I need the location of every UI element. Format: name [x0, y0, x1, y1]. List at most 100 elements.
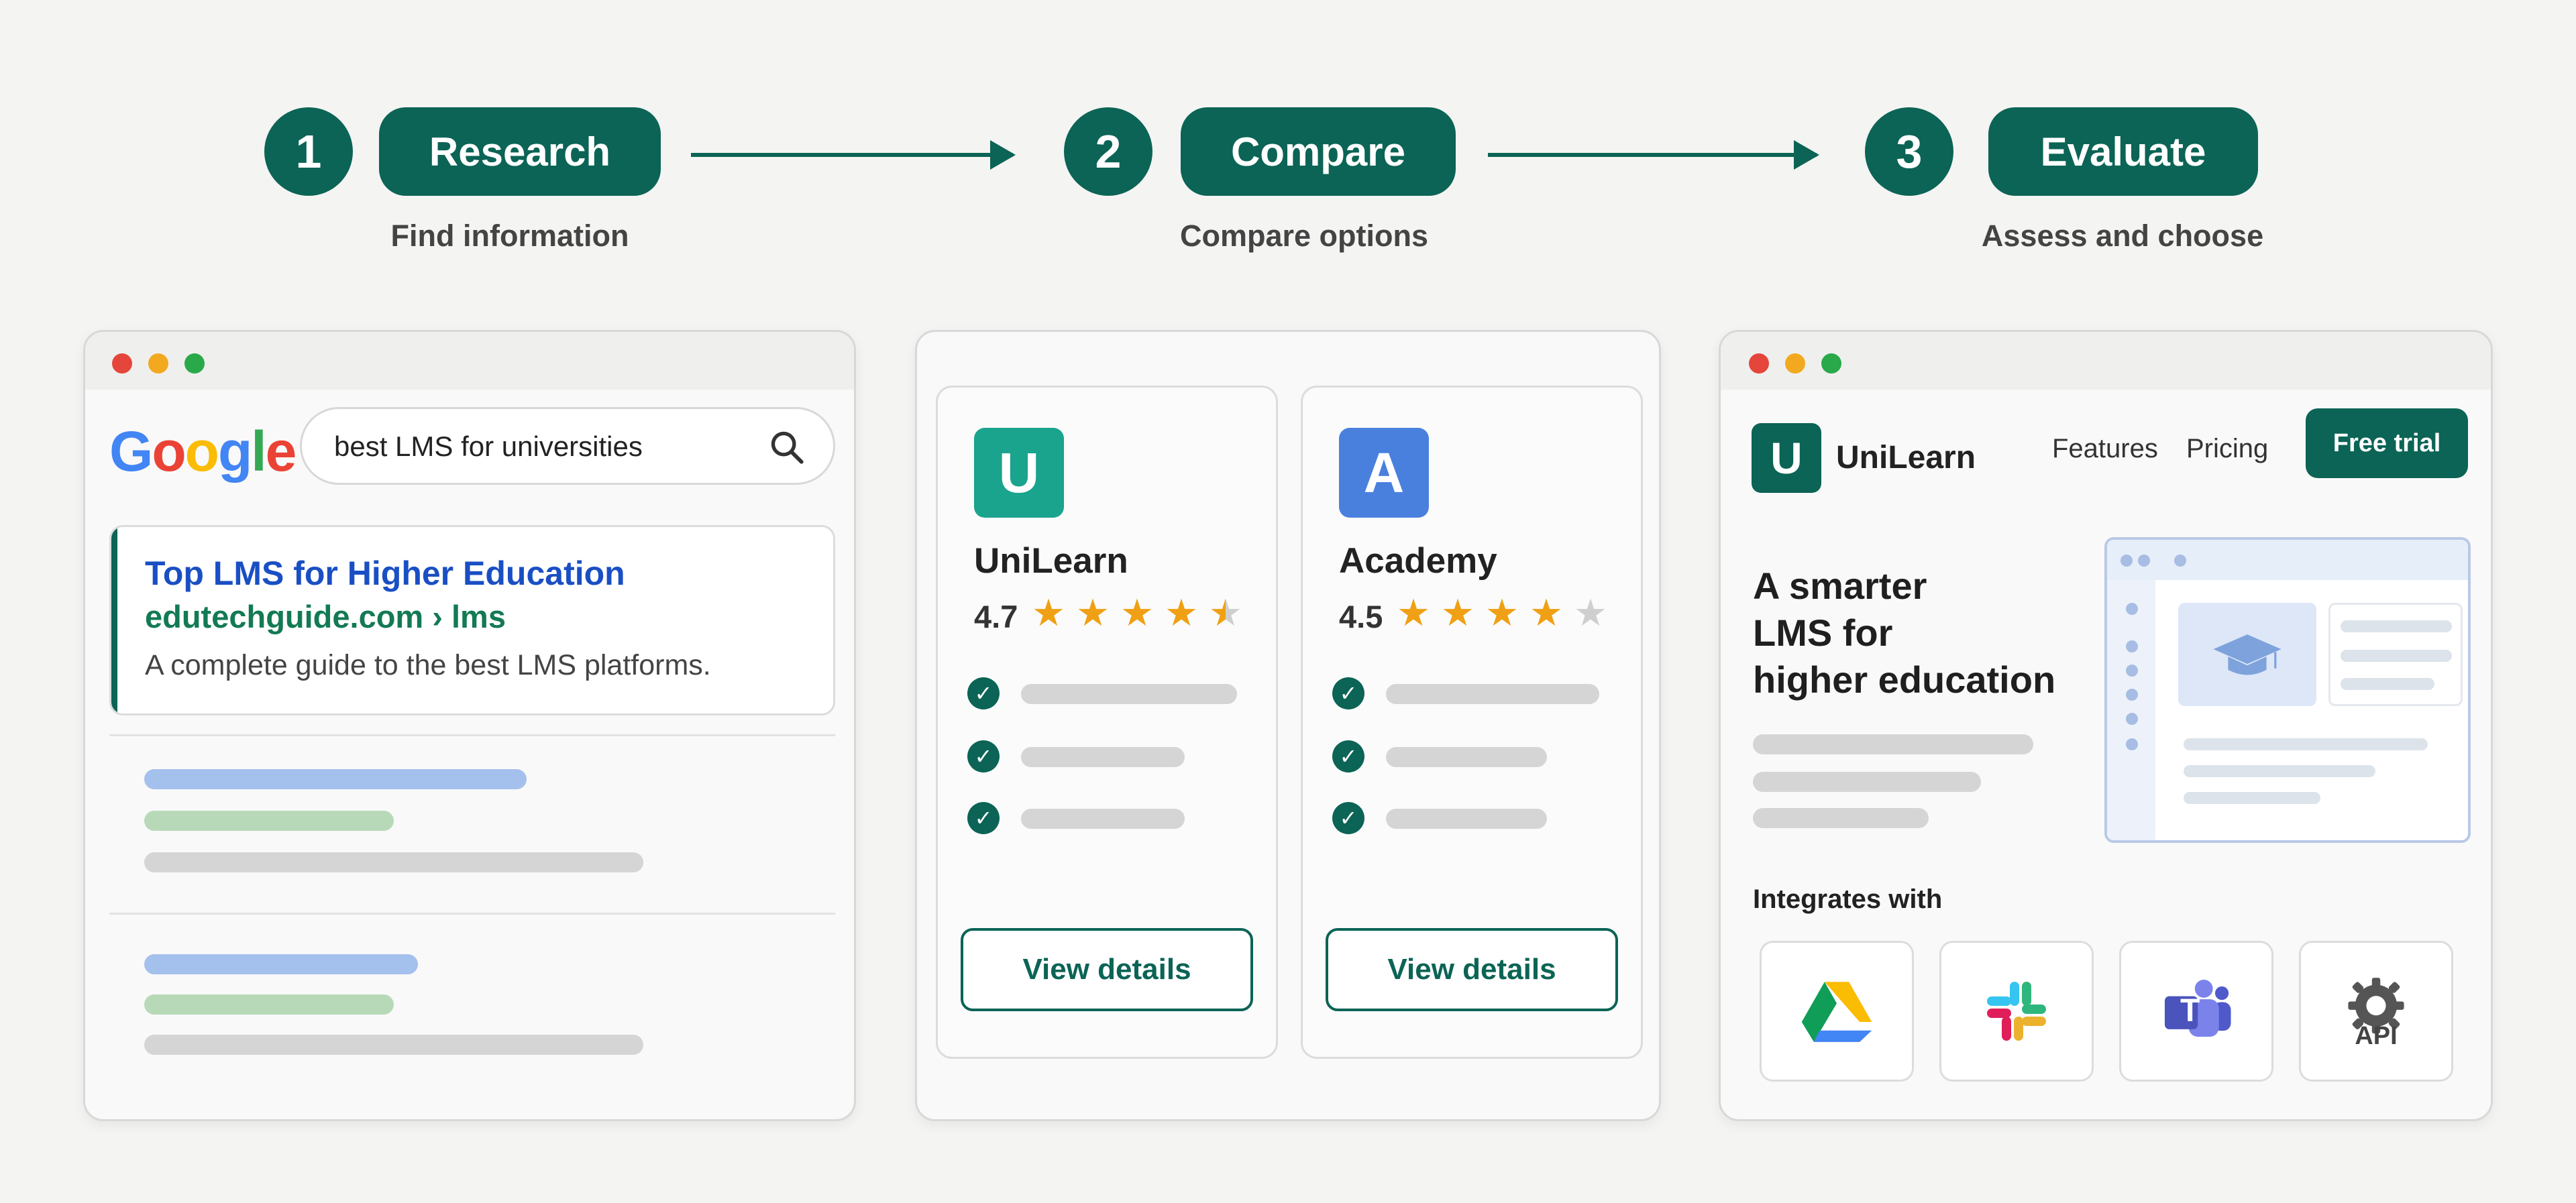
- result-url: edutechguide.com › lms: [145, 599, 506, 634]
- logo-letter: g: [217, 420, 252, 483]
- check-icon: ✓: [967, 677, 1000, 709]
- option-rating: 4.7: [974, 599, 1018, 634]
- maximize-window-icon[interactable]: [1821, 353, 1841, 374]
- step-number: 2: [1064, 107, 1152, 196]
- graduation-cap-icon: [2213, 634, 2282, 675]
- integrations-heading: Integrates with: [1753, 884, 1943, 914]
- integration-tile[interactable]: API: [2299, 941, 2453, 1082]
- option-rating: 4.5: [1339, 599, 1383, 634]
- arrow-right-icon: [1488, 140, 1819, 170]
- check-icon: ✓: [1332, 677, 1364, 709]
- mock-dot: [2121, 555, 2133, 567]
- integration-tile[interactable]: [1939, 941, 2094, 1082]
- unilearn-logo[interactable]: U: [1752, 423, 1821, 493]
- nav-pricing-link[interactable]: Pricing: [2186, 434, 2268, 464]
- window-titlebar: [1721, 332, 2491, 390]
- mock-dot: [2126, 603, 2138, 615]
- hero-headline: higher education: [1753, 658, 2056, 701]
- step-caption: Find information: [390, 219, 629, 253]
- check-icon: ✓: [1332, 802, 1364, 834]
- logo-letter: o: [184, 420, 219, 483]
- view-details-button[interactable]: View details: [1326, 928, 1618, 1011]
- step-caption: Assess and choose: [1981, 219, 2264, 253]
- star-icon: ★: [1529, 591, 1564, 634]
- mock-dot: [2126, 738, 2138, 750]
- step-number: 3: [1865, 107, 1953, 196]
- view-details-button[interactable]: View details: [961, 928, 1253, 1011]
- minimize-window-icon[interactable]: [1785, 353, 1805, 374]
- feature-bar: [1386, 684, 1599, 704]
- feature-bar: [1386, 747, 1547, 767]
- hero-headline: LMS for: [1753, 612, 1893, 654]
- course-thumbnail: [2178, 603, 2316, 706]
- mock-dot: [2126, 665, 2138, 677]
- slack-icon: [1987, 982, 2046, 1041]
- result-title-link[interactable]: Top LMS for Higher Education: [145, 554, 625, 593]
- step-caption: Compare options: [1179, 219, 1429, 253]
- logo-letter: e: [265, 420, 297, 483]
- api-label: API: [2355, 1022, 2398, 1050]
- option-card: U UniLearn 4.7 ★ ★ ★ ★ ★ ✓ ✓ ✓ View deta…: [936, 386, 1278, 1059]
- logo-letter: l: [251, 420, 266, 483]
- search-result[interactable]: Top LMS for Higher Education edutechguid…: [109, 525, 835, 715]
- star-icon: ★: [1396, 591, 1431, 634]
- compare-panel: U UniLearn 4.7 ★ ★ ★ ★ ★ ✓ ✓ ✓ View deta…: [915, 330, 1661, 1121]
- star-icon: ★: [1075, 591, 1110, 634]
- arrow-right-icon: [691, 140, 1016, 170]
- integration-tile[interactable]: [1760, 941, 1914, 1082]
- logo-letter: G: [109, 420, 153, 483]
- empty-star-icon: ★: [1573, 591, 1608, 634]
- mock-line: [2184, 792, 2320, 804]
- feature-bar: [1021, 747, 1185, 767]
- step-number: 1: [264, 107, 353, 196]
- mock-dot: [2126, 689, 2138, 701]
- star-icon: ★: [1440, 591, 1475, 634]
- mock-line: [2341, 620, 2452, 632]
- free-trial-button[interactable]: Free trial: [2306, 408, 2468, 478]
- mock-line: [2184, 738, 2428, 750]
- close-window-icon[interactable]: [1749, 353, 1769, 374]
- mock-topbar: [2107, 540, 2468, 580]
- star-rating: ★ ★ ★ ★ ★: [1029, 593, 1245, 633]
- option-name: Academy: [1339, 541, 1497, 581]
- placeholder-title-bar: [144, 769, 527, 789]
- star-rating: ★ ★ ★ ★ ★: [1394, 593, 1610, 633]
- nav-features-link[interactable]: Features: [2052, 434, 2158, 464]
- mock-dot: [2126, 640, 2138, 652]
- step-evaluate-label: Evaluate: [1988, 107, 2258, 196]
- placeholder-url-bar: [144, 994, 394, 1015]
- half-star-icon: ★: [1206, 593, 1245, 633]
- window-titlebar: [85, 332, 854, 390]
- research-panel: Google best LMS for universities Top LMS…: [83, 330, 856, 1121]
- integration-tile[interactable]: T: [2119, 941, 2273, 1082]
- search-icon[interactable]: [767, 428, 806, 467]
- minimize-window-icon[interactable]: [148, 353, 168, 374]
- logo-letter: o: [152, 420, 186, 483]
- placeholder-title-bar: [144, 954, 418, 974]
- placeholder-text-bar: [144, 852, 643, 872]
- brand-name[interactable]: UniLearn: [1836, 439, 1976, 476]
- divider: [109, 913, 835, 915]
- option-name: UniLearn: [974, 541, 1128, 581]
- product-screenshot: [2104, 537, 2471, 843]
- feature-bar: [1386, 809, 1547, 829]
- placeholder-text-bar: [1753, 734, 2033, 754]
- google-logo: Google: [109, 419, 297, 484]
- app-tile: A: [1339, 428, 1429, 518]
- search-query: best LMS for universities: [334, 431, 643, 462]
- search-input[interactable]: best LMS for universities: [300, 407, 835, 485]
- check-icon: ✓: [967, 740, 1000, 772]
- maximize-window-icon[interactable]: [184, 353, 205, 374]
- hero-headline: A smarter: [1753, 565, 1927, 607]
- mock-line: [2341, 678, 2434, 690]
- mock-sidebar: [2107, 580, 2155, 840]
- step-research-label: Research: [379, 107, 661, 196]
- option-card: A Academy 4.5 ★ ★ ★ ★ ★ ✓ ✓ ✓ View detai…: [1301, 386, 1643, 1059]
- placeholder-text-bar: [1753, 808, 1929, 828]
- placeholder-text-bar: [144, 1035, 643, 1055]
- star-icon: ★: [1485, 591, 1519, 634]
- google-drive-icon: [1801, 982, 1872, 1042]
- mock-dot: [2174, 555, 2186, 567]
- check-icon: ✓: [1332, 740, 1364, 772]
- close-window-icon[interactable]: [112, 353, 132, 374]
